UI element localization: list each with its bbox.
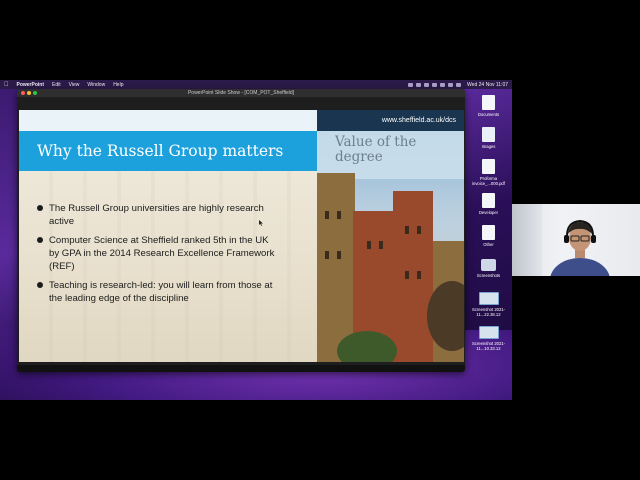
menu-edit[interactable]: Edit (52, 82, 61, 88)
status-icon[interactable] (440, 82, 446, 87)
status-icon[interactable] (416, 82, 422, 87)
desktop-item-images[interactable]: Images (465, 127, 512, 149)
desktop-icons: Documents Images Proforma invoice_...000… (465, 89, 512, 389)
wifi-icon[interactable] (448, 82, 454, 87)
slide-side-title: Value of the degree (335, 134, 417, 165)
zoom-button[interactable] (33, 91, 37, 95)
window-title: PowerPoint Slide Show - [COM_POT_Sheffie… (187, 90, 295, 96)
image-file-icon (482, 127, 495, 142)
file-icon (482, 95, 495, 110)
bullet-item: Teaching is research-led: you will learn… (35, 279, 275, 305)
apple-icon[interactable]:  (4, 82, 9, 88)
menu-window[interactable]: Window (87, 82, 105, 88)
bullet-item: Computer Science at Sheffield ranked 5th… (35, 234, 275, 273)
shared-screen:  PowerPoint Edit View Window Help Wed 2… (0, 80, 512, 400)
video-frame:  PowerPoint Edit View Window Help Wed 2… (0, 0, 640, 480)
desktop-item-proforma-invoice[interactable]: Proforma invoice_...000.pdf (465, 159, 512, 186)
bullet-dot-icon (37, 237, 43, 243)
slide-url: www.sheffield.ac.uk/dcs (317, 110, 464, 131)
menu-clock[interactable]: Wed 24 Nov 11:07 (467, 82, 508, 88)
screenshot-thumbnail-icon (478, 326, 499, 339)
bullet-dot-icon (37, 282, 43, 288)
slide-title: Why the Russell Group matters (19, 131, 317, 171)
window-bottom-bar (17, 365, 465, 372)
desktop-item-screenshot-2[interactable]: Screenshot 2021-11...10.33.12 (465, 326, 512, 351)
desktop-item-screenshots[interactable]: Screenshots (465, 259, 512, 278)
desktop-item-screenshot-1[interactable]: Screenshot 2021-11...22.38.12 (465, 292, 512, 317)
search-icon[interactable] (456, 82, 462, 87)
status-icon[interactable] (424, 82, 430, 87)
close-button[interactable] (21, 91, 25, 95)
slide: www.sheffield.ac.uk/dcs Why the Russell … (19, 110, 464, 362)
window-titlebar[interactable]: PowerPoint Slide Show - [COM_POT_Sheffie… (17, 89, 465, 97)
desktop-item-other[interactable]: Other (465, 225, 512, 247)
bullet-list: The Russell Group universities are highl… (35, 202, 275, 311)
slideshow-window: PowerPoint Slide Show - [COM_POT_Sheffie… (17, 89, 465, 372)
menu-bar:  PowerPoint Edit View Window Help Wed 2… (0, 80, 512, 89)
status-icon[interactable] (408, 82, 414, 87)
menu-view[interactable]: View (69, 82, 80, 88)
menu-app-name[interactable]: PowerPoint (17, 82, 45, 88)
pdf-file-icon (482, 159, 495, 174)
status-icon[interactable] (432, 82, 438, 87)
bullet-item: The Russell Group universities are highl… (35, 202, 275, 228)
file-icon (482, 193, 495, 208)
minimize-button[interactable] (27, 91, 31, 95)
presenter-webcam (512, 204, 640, 276)
desktop-item-documents[interactable]: Documents (465, 95, 512, 117)
screenshot-thumbnail-icon (478, 292, 499, 305)
campus-photo: Value of the degree (317, 131, 464, 362)
mouse-pointer-icon (259, 220, 263, 226)
bullet-dot-icon (37, 205, 43, 211)
menu-help[interactable]: Help (113, 82, 123, 88)
presenter-avatar (550, 219, 610, 276)
desktop-item-developer[interactable]: Developer (465, 193, 512, 215)
file-icon (482, 225, 495, 240)
folder-icon (481, 259, 496, 271)
